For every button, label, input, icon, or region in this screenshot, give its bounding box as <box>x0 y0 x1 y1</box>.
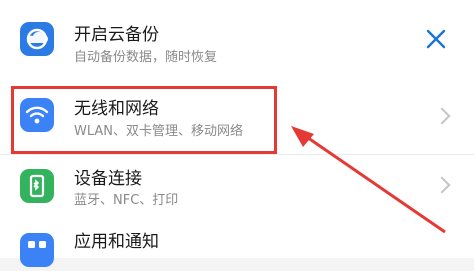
annotation-arrow <box>291 126 446 234</box>
